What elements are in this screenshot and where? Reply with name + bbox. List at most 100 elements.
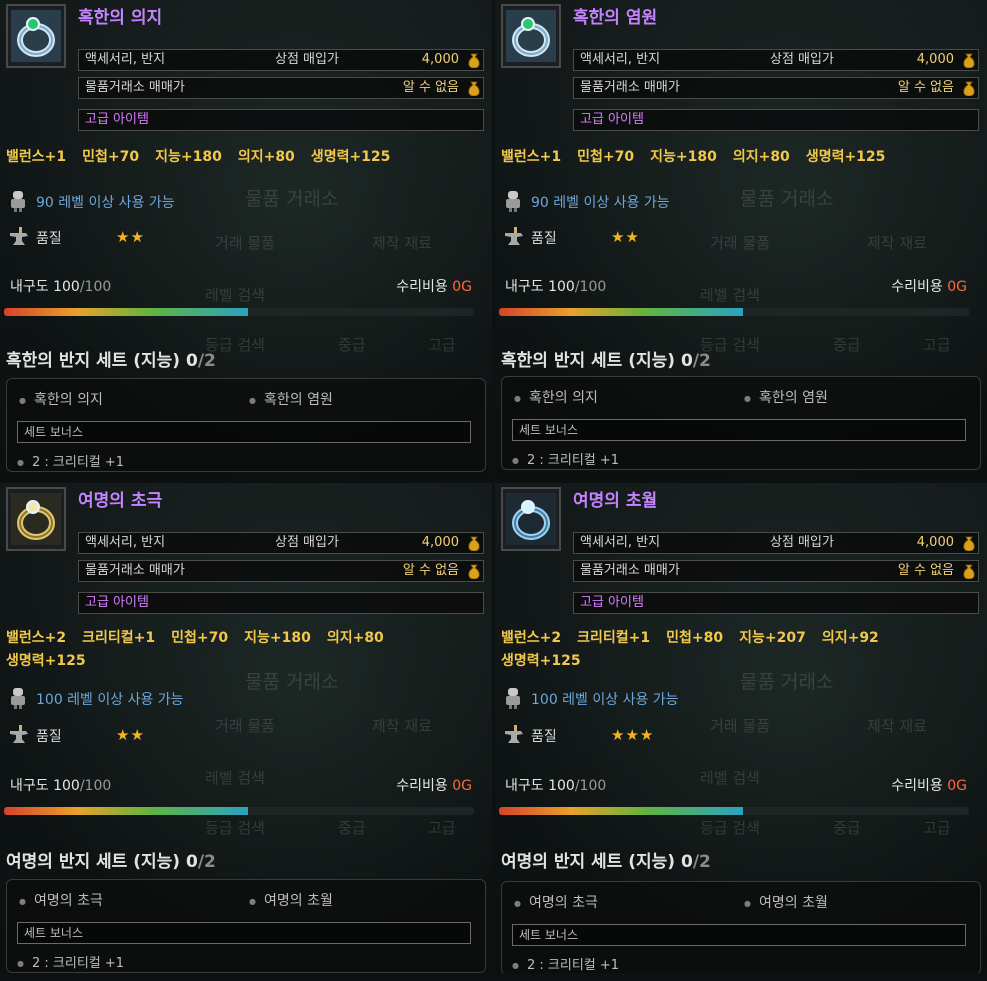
set-total: /2: [692, 852, 711, 872]
anvil-icon: [503, 227, 523, 251]
market-price-label: 물품거래소 매매가: [580, 80, 680, 95]
durability-max: /100: [79, 778, 112, 794]
background-menu-text: 제작 재료: [867, 717, 927, 735]
set-total: /2: [692, 351, 711, 371]
quality-row: 품질: [503, 227, 557, 251]
set-box: 여명의 초극 여명의 초월 세트 보너스 2 : 크리티컬 +1: [501, 881, 981, 973]
durability-label: 내구도: [10, 778, 49, 794]
ice-ring-icon: [11, 10, 61, 62]
shop-price-label: 상점 매입가: [770, 52, 834, 67]
item-name: 혹한의 의지: [78, 8, 163, 28]
durability-bar-fill: [499, 308, 744, 316]
level-requirement-text: 90 레벨 이상 사용 가능: [531, 195, 670, 211]
market-price-value: 알 수 없음: [402, 563, 459, 578]
stat-0: 밸런스+1: [501, 149, 562, 165]
stat-4: 생명력+125: [805, 149, 886, 165]
armor-knight-icon: [8, 687, 28, 713]
set-bonus-label: 세트 보너스: [24, 425, 84, 439]
item-icon-frame[interactable]: [6, 4, 66, 68]
background-menu-text: 등급 검색: [205, 819, 265, 837]
money-bag-icon: [963, 81, 975, 96]
set-item-2[interactable]: 여명의 초월: [249, 890, 333, 910]
item-type-row: 액세서리, 반지 상점 매입가 4,000: [573, 49, 979, 71]
set-item-1[interactable]: 혹한의 의지: [514, 387, 598, 407]
set-bonus-label: 세트 보너스: [24, 926, 84, 940]
background-menu-text: 중급: [833, 819, 861, 837]
market-price-label: 물품거래소 매매가: [85, 563, 185, 578]
quality-row: 품질: [8, 227, 62, 251]
anvil-icon: [8, 725, 28, 749]
quality-stars: ★★: [611, 228, 640, 246]
set-bonus-label: 세트 보너스: [519, 423, 579, 437]
quality-stars: ★★: [116, 726, 145, 744]
money-bag-icon: [468, 53, 480, 68]
shop-price-value: 4,000: [421, 52, 459, 67]
market-price-value: 알 수 없음: [897, 563, 954, 578]
stat-4: 생명력+125: [310, 149, 391, 165]
durability-bar-fill: [4, 807, 249, 815]
background-menu-text: 중급: [338, 819, 366, 837]
stat-0: 밸런스+1: [6, 149, 67, 165]
set-item-2[interactable]: 여명의 초월: [744, 892, 828, 912]
background-menu-text: 제작 재료: [372, 717, 432, 735]
stat-list: 밸런스+2 크리티컬+1 민첩+80 지능+207 의지+92 생명력+125: [501, 627, 981, 673]
set-item-1[interactable]: 여명의 초극: [514, 892, 598, 912]
blue-ring-icon: [506, 493, 556, 545]
money-bag-icon: [963, 53, 975, 68]
gold-ring-icon: [11, 493, 61, 545]
set-item-1[interactable]: 혹한의 의지: [19, 389, 103, 409]
market-price-value: 알 수 없음: [402, 80, 459, 95]
set-item-1[interactable]: 여명의 초극: [19, 890, 103, 910]
set-title: 혹한의 반지 세트 (지능) 0/2: [501, 346, 711, 371]
repair-cost: 수리비용 0G: [396, 775, 472, 795]
shop-price-label: 상점 매입가: [275, 535, 339, 550]
stat-2: 지능+180: [650, 149, 717, 165]
background-menu-text: 레벨 검색: [205, 769, 265, 787]
set-bonus-box: 세트 보너스: [17, 922, 471, 944]
durability-max: /100: [574, 778, 607, 794]
market-price-row: 물품거래소 매매가 알 수 없음: [78, 77, 484, 99]
background-menu-text: 등급 검색: [700, 819, 760, 837]
quality-stars: ★★★: [611, 726, 655, 744]
repair-label: 수리비용: [396, 778, 448, 794]
stat-1: 크리티컬+1: [82, 630, 156, 646]
background-menu-text: 고급: [428, 819, 456, 837]
item-tooltip-2: 물품 거래소 거래 물품 제작 재료 레벨 검색 등급 검색 중급 고급 혹한의…: [495, 0, 987, 490]
background-menu-text: 물품 거래소: [245, 188, 339, 210]
item-tooltip-1: 물품 거래소 거래 물품 제작 재료 레벨 검색 등급 검색 중급 고급 혹한의…: [0, 0, 492, 490]
set-bonus-effect: 2 : 크리티컬 +1: [17, 451, 124, 470]
durability-max: /100: [79, 279, 112, 295]
armor-knight-icon: [8, 190, 28, 216]
item-type-label: 액세서리, 반지: [85, 535, 166, 550]
item-name: 여명의 초극: [78, 491, 163, 511]
item-icon-frame[interactable]: [501, 487, 561, 551]
background-menu-text: 고급: [923, 819, 951, 837]
item-grade-row: 고급 아이템: [573, 592, 979, 614]
set-item-2[interactable]: 혹한의 염원: [249, 389, 333, 409]
ice-ring-icon: [506, 10, 556, 62]
background-menu-text: 제작 재료: [372, 234, 432, 252]
level-requirement-text: 90 레벨 이상 사용 가능: [36, 195, 175, 211]
quality-label: 품질: [36, 231, 62, 247]
durability-current: 100: [548, 778, 575, 794]
repair-value: 0G: [947, 279, 967, 295]
item-icon-frame[interactable]: [6, 487, 66, 551]
set-item-2[interactable]: 혹한의 염원: [744, 387, 828, 407]
money-bag-icon: [468, 564, 480, 579]
background-menu-text: 고급: [428, 336, 456, 354]
stat-1: 민첩+70: [82, 149, 140, 165]
durability-bar: [4, 308, 474, 316]
item-grade: 고급 아이템: [580, 112, 644, 127]
repair-value: 0G: [452, 778, 472, 794]
set-bonus-box: 세트 보너스: [512, 924, 966, 946]
repair-cost: 수리비용 0G: [396, 276, 472, 296]
item-icon-frame[interactable]: [501, 4, 561, 68]
item-type-label: 액세서리, 반지: [580, 535, 661, 550]
durability-bar-fill: [499, 807, 744, 815]
set-bonus-effect: 2 : 크리티컬 +1: [512, 449, 619, 468]
repair-label: 수리비용: [891, 778, 943, 794]
stat-list: 밸런스+1 민첩+70 지능+180 의지+80 생명력+125: [501, 146, 981, 169]
item-name: 여명의 초월: [573, 491, 658, 511]
stat-1: 민첩+70: [577, 149, 635, 165]
set-name: 여명의 반지 세트 (지능): [6, 852, 181, 872]
